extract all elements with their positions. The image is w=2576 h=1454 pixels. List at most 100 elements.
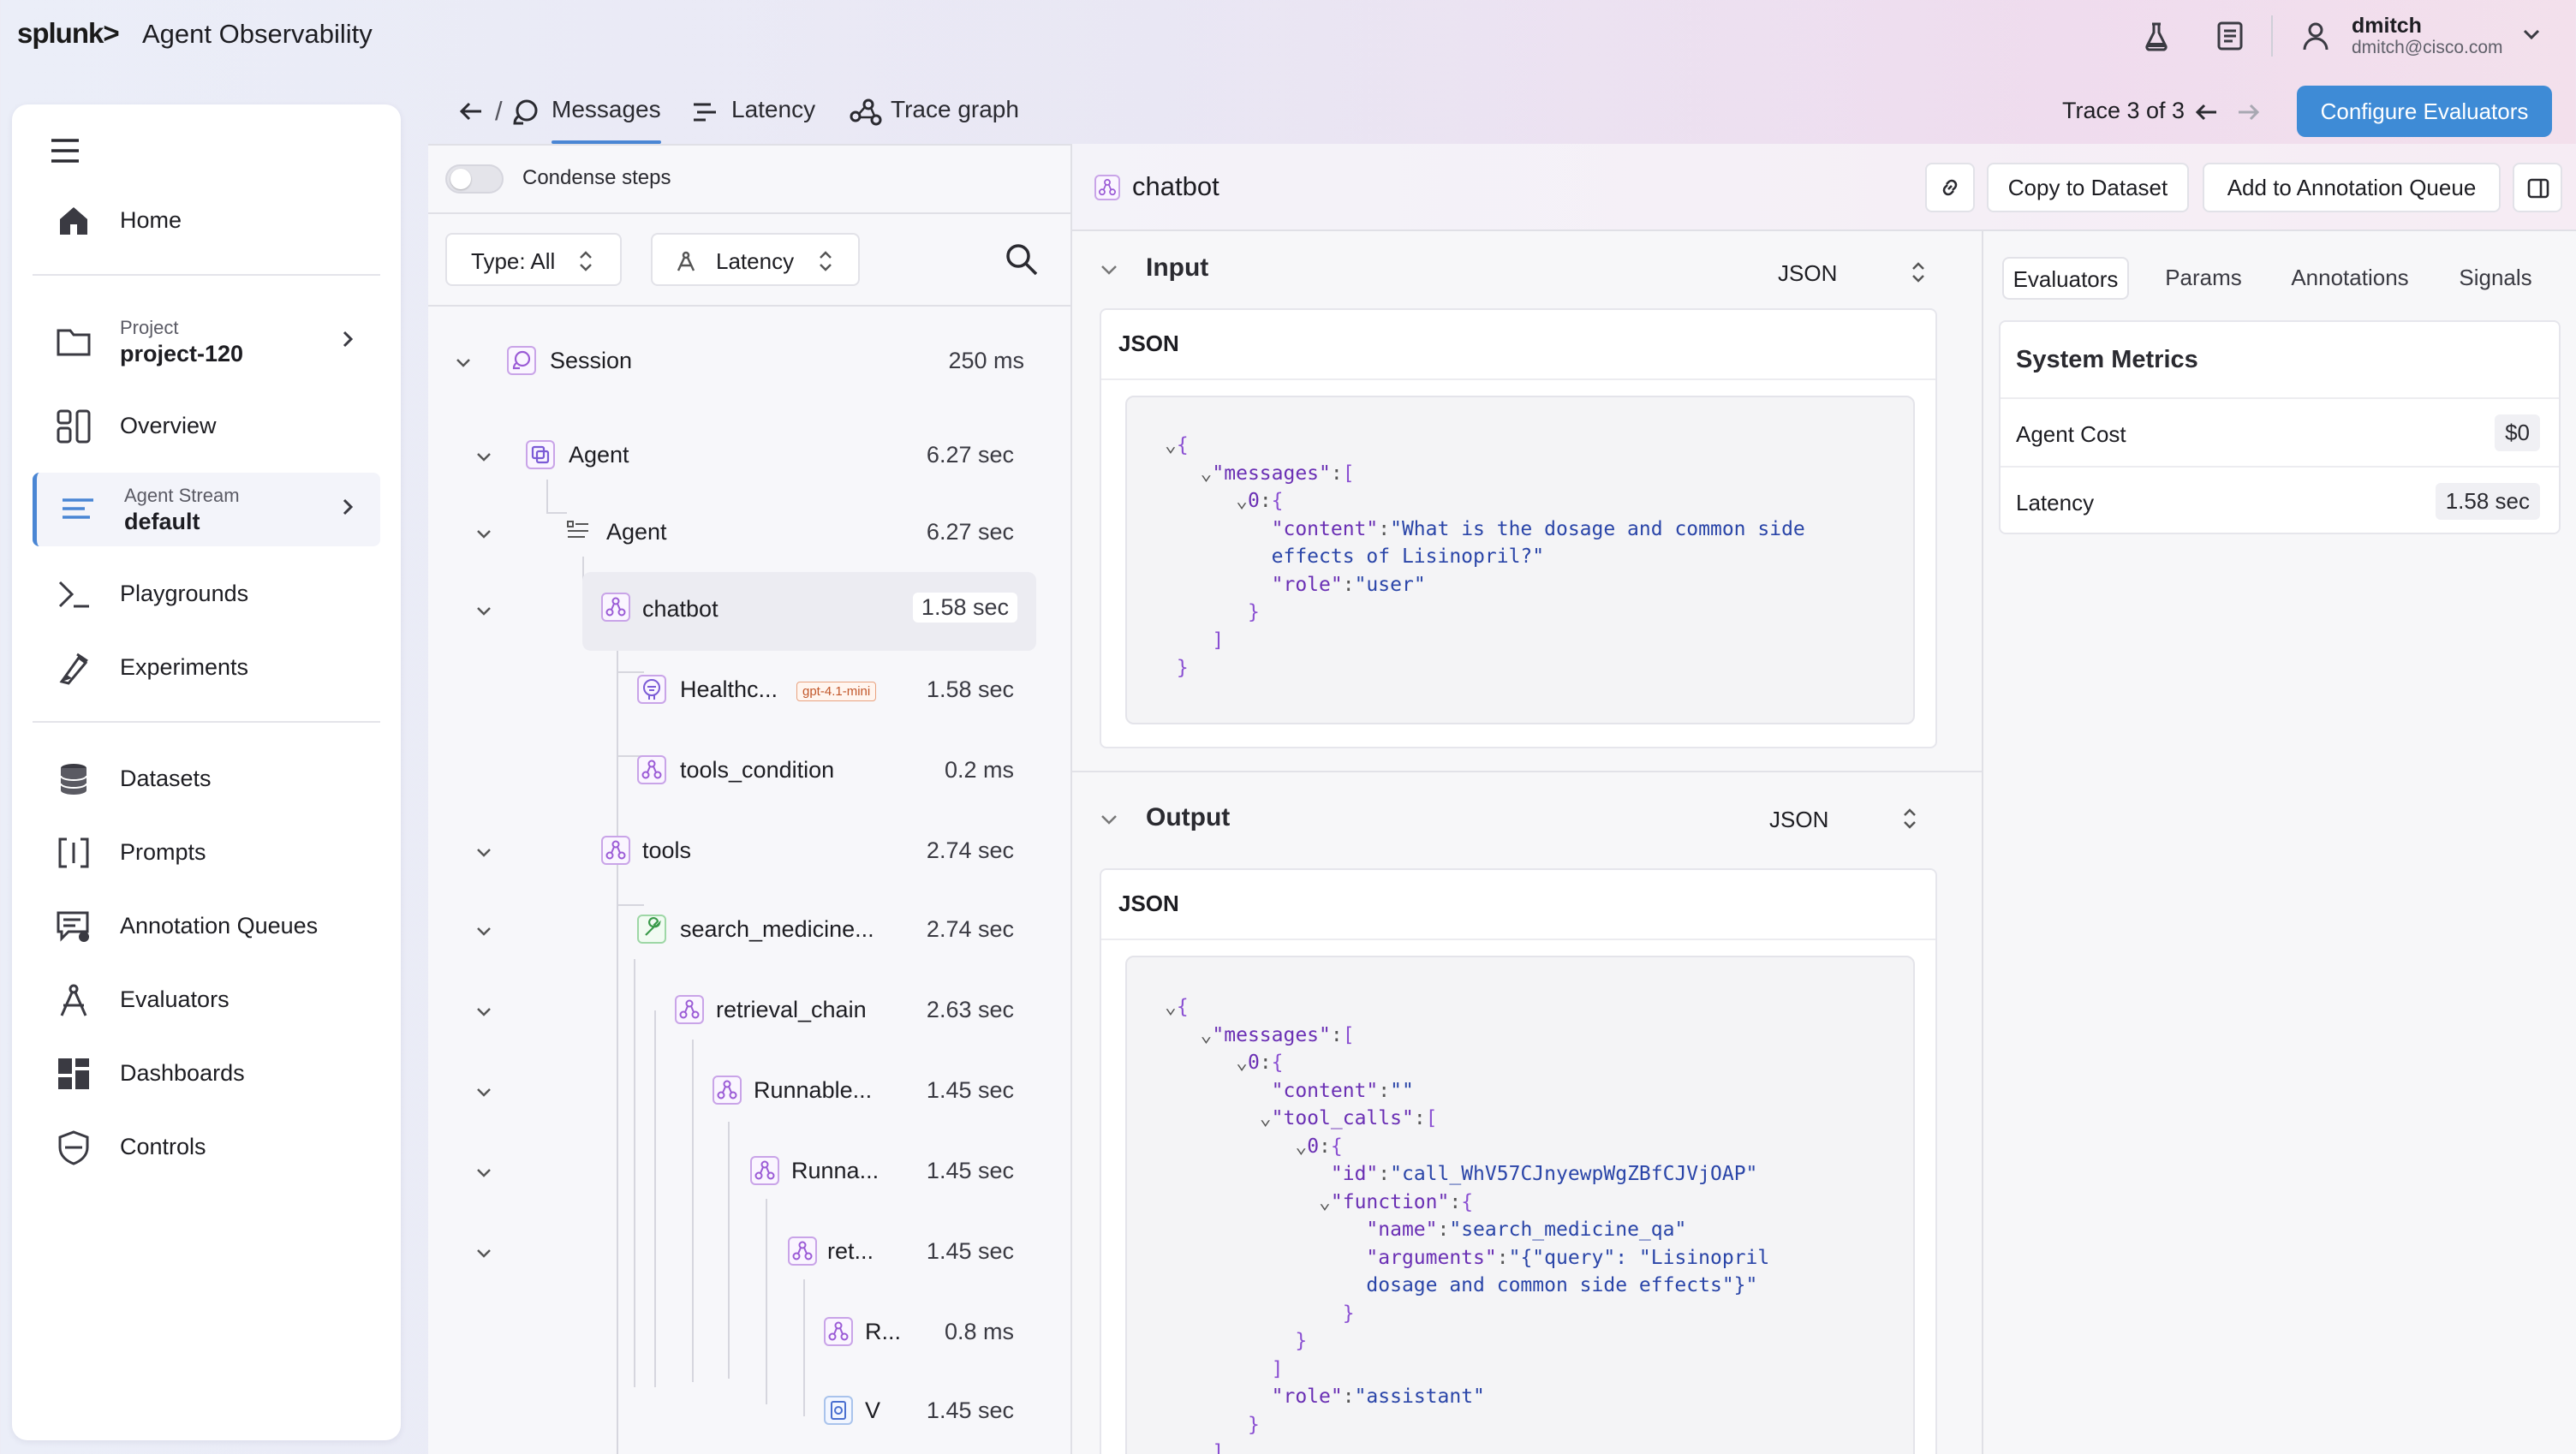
copy-to-dataset-button[interactable]: Copy to Dataset (1987, 163, 2189, 212)
node-label: tools (642, 837, 692, 863)
tab-annotations[interactable]: Annotations (2275, 257, 2425, 300)
metric-row-latency: Latency 1.58 sec (2001, 466, 2559, 534)
tab-evaluators[interactable]: Evaluators (2002, 257, 2129, 300)
home-icon (55, 202, 92, 240)
input-json-viewer[interactable]: ⌄{ ⌄"messages":[ ⌄0:{ "content":"What is… (1125, 396, 1915, 724)
agent-stream-value: default (124, 509, 200, 534)
chevron-right-icon (337, 329, 358, 349)
tab-label: Messages (552, 96, 661, 122)
document-icon[interactable] (2213, 19, 2247, 53)
user-icon[interactable] (2299, 19, 2333, 53)
llm-icon (637, 675, 666, 704)
sidebar-item-dashboards[interactable]: Dashboards (33, 1038, 380, 1106)
node-duration: 6.27 sec (926, 442, 1014, 468)
tree-row-v[interactable]: V 1.45 sec (474, 1382, 1014, 1442)
sidebar-item-experiments[interactable]: Experiments (33, 632, 380, 700)
configure-evaluators-button[interactable]: Configure Evaluators (2297, 86, 2552, 137)
tab-messages[interactable]: Messages (510, 96, 661, 144)
arrow-left-icon[interactable] (2194, 99, 2220, 125)
chevron-down-icon[interactable] (474, 1163, 493, 1182)
node-duration: 1.45 sec (926, 1077, 1014, 1103)
tab-signals[interactable]: Signals (2441, 257, 2550, 300)
model-badge: gpt-4.1-mini (796, 682, 877, 701)
latency-filter-select[interactable]: Latency (651, 233, 860, 286)
sidebar-item-label: Controls (120, 1134, 206, 1159)
arrow-right-icon[interactable] (2235, 99, 2261, 125)
back-arrow-icon[interactable] (457, 98, 485, 125)
sidebar-item-project[interactable]: Project project-120 (33, 305, 380, 373)
metric-label: Latency (2016, 490, 2095, 515)
chain-icon (1094, 175, 1120, 200)
tree-row-session[interactable]: Session 250 ms (454, 332, 1033, 392)
sidebar-item-controls[interactable]: Controls (33, 1111, 380, 1180)
output-section-title[interactable]: Output (1146, 803, 1230, 832)
sidebar-item-annotation-queues[interactable]: Annotation Queues (33, 891, 380, 959)
tree-row-runnable[interactable]: Runnable... 1.45 sec (474, 1062, 1014, 1122)
tree-row-search-medicine[interactable]: search_medicine... 2.74 sec (474, 901, 1014, 961)
sidebar-item-evaluators[interactable]: Evaluators (33, 964, 380, 1033)
input-json-card: JSON ⌄{ ⌄"messages":[ ⌄0:{ "content":"Wh… (1100, 308, 1937, 748)
chevron-down-icon[interactable] (1098, 808, 1120, 831)
tree-row-tools-condition[interactable]: tools_condition 0.2 ms (634, 742, 1014, 801)
sidebar-item-playgrounds[interactable]: Playgrounds (33, 558, 380, 627)
chevron-down-icon[interactable] (474, 524, 493, 543)
chain-icon (750, 1156, 779, 1185)
add-to-annotation-queue-button[interactable]: Add to Annotation Queue (2203, 163, 2501, 212)
copy-link-button[interactable] (1925, 163, 1975, 212)
sidebar-item-overview[interactable]: Overview (33, 390, 380, 459)
chevron-down-icon[interactable] (474, 921, 493, 940)
condense-steps-toggle[interactable] (445, 164, 504, 194)
input-section-title[interactable]: Input (1146, 253, 1208, 283)
chevron-down-icon[interactable] (474, 843, 493, 861)
tab-trace-graph[interactable]: Trace graph (850, 96, 1038, 144)
chevron-down-icon[interactable] (474, 601, 493, 620)
evaluator-icon (55, 981, 92, 1019)
user-name[interactable]: dmitch (2352, 14, 2422, 39)
input-format-select[interactable]: JSON (1778, 260, 1932, 289)
chain-icon (824, 1317, 853, 1346)
tree-row-agent-steps[interactable]: Agent 6.27 sec (474, 504, 1014, 563)
chain-icon (601, 836, 630, 865)
tree-row-healthcare-llm[interactable]: Healthc... gpt-4.1-mini 1.58 sec (634, 661, 1014, 721)
chevron-down-icon[interactable] (454, 353, 473, 372)
brackets-icon (55, 834, 92, 872)
chevron-down-icon[interactable] (474, 1243, 493, 1262)
tree-row-ret[interactable]: ret... 1.45 sec (474, 1223, 1014, 1283)
output-format-select[interactable]: JSON (1769, 807, 1923, 836)
node-label: search_medicine... (680, 916, 874, 942)
node-label: Runna... (791, 1158, 880, 1183)
section-divider (1072, 771, 1982, 772)
project-label: Project (120, 317, 179, 338)
tree-row-retrieval-chain[interactable]: retrieval_chain 2.63 sec (474, 981, 1014, 1041)
chevron-down-icon[interactable] (2519, 22, 2543, 46)
search-icon[interactable] (1004, 241, 1040, 277)
toggle-panel-button[interactable] (2513, 163, 2562, 212)
menu-icon[interactable] (48, 135, 82, 166)
node-label: R... (865, 1319, 902, 1344)
splunk-logo[interactable]: splunk> (17, 17, 120, 50)
chevron-down-icon[interactable] (474, 447, 493, 466)
chevron-down-icon[interactable] (474, 1082, 493, 1101)
sidebar-item-label: Home (120, 207, 182, 233)
type-filter-select[interactable]: Type: All (445, 233, 622, 286)
database-icon (55, 760, 92, 798)
tree-row-r[interactable]: R... 0.8 ms (474, 1303, 1014, 1363)
tree-row-tools[interactable]: tools 2.74 sec (474, 822, 1014, 882)
tree-row-runna[interactable]: Runna... 1.45 sec (474, 1142, 1014, 1202)
sidebar-item-home[interactable]: Home (33, 185, 380, 253)
tree-row-agent[interactable]: Agent 6.27 sec (474, 426, 1014, 486)
sidebar-item-datasets[interactable]: Datasets (33, 743, 380, 812)
sidebar-item-prompts[interactable]: Prompts (33, 817, 380, 885)
system-metrics-title: System Metrics (2016, 346, 2198, 373)
output-json-viewer[interactable]: ⌄{ ⌄"messages":[ ⌄0:{ "content":"" ⌄"too… (1125, 956, 1915, 1454)
output-json-card: JSON ⌄{ ⌄"messages":[ ⌄0:{ "content":"" … (1100, 868, 1937, 1454)
chevron-down-icon[interactable] (474, 1002, 493, 1021)
flask-icon[interactable] (2139, 19, 2174, 53)
graph-icon (850, 98, 882, 127)
overview-icon (55, 408, 92, 445)
chevron-down-icon[interactable] (1098, 259, 1120, 281)
sidebar-item-agent-stream[interactable]: Agent Stream default (33, 473, 380, 546)
tree-row-chatbot[interactable]: chatbot 1.58 sec (582, 572, 1036, 651)
tab-latency[interactable]: Latency (690, 96, 827, 144)
tab-params[interactable]: Params (2148, 257, 2259, 300)
